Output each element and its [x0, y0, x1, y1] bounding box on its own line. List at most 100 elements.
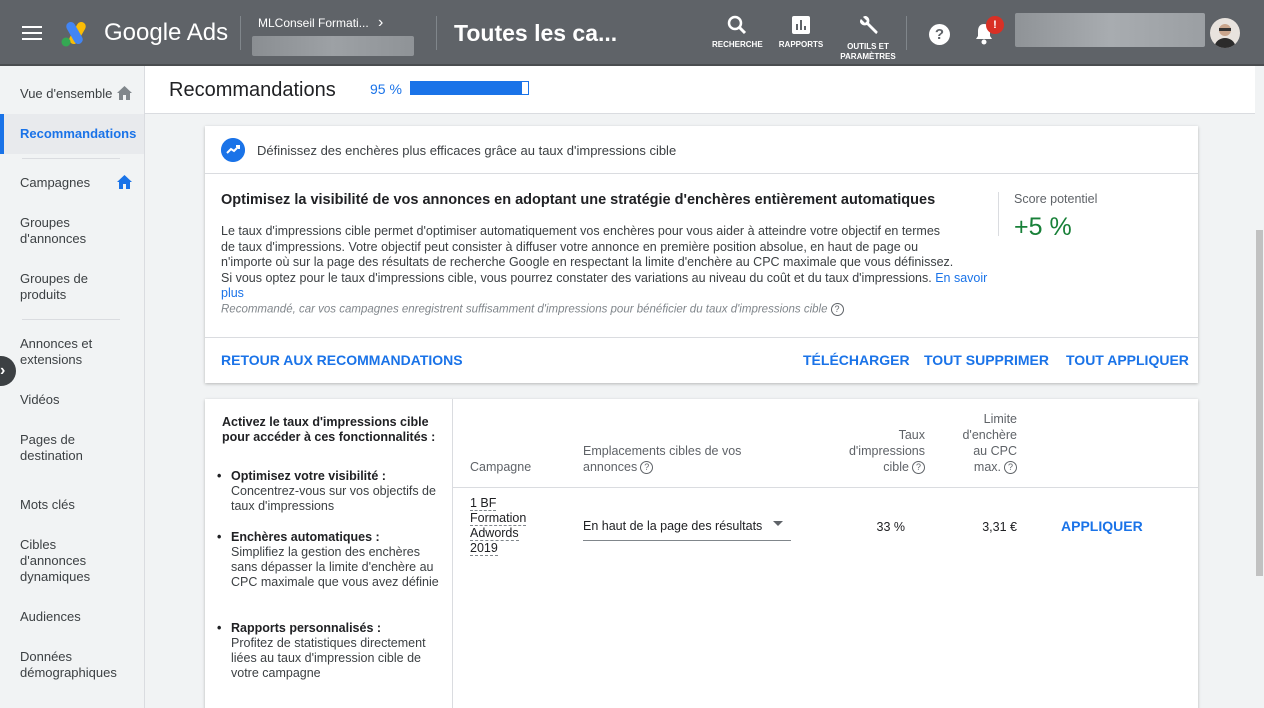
- feature-title: Enchères automatiques :: [231, 530, 380, 544]
- recommendation-reason: Recommandé, car vos campagnes enregistre…: [221, 303, 844, 316]
- header-text: max.: [973, 460, 1001, 474]
- divider: [998, 192, 999, 236]
- header-line: Emplacements cibles de vos: [583, 444, 742, 458]
- sidebar-item-audiences[interactable]: Audiences: [0, 609, 144, 625]
- page-heading: Recommandations: [169, 79, 336, 101]
- home-icon: [117, 86, 132, 100]
- divider: [205, 337, 1198, 338]
- search-button[interactable]: RECHERCHE: [712, 14, 763, 50]
- menu-icon[interactable]: [22, 26, 42, 40]
- tools-label-line1: OUTILS ET: [847, 42, 889, 51]
- sidebar-item-label: Groupes de produits: [20, 271, 88, 302]
- header-line: au CPC: [973, 444, 1017, 458]
- header-line: Taux: [898, 428, 925, 442]
- delete-all-button[interactable]: TOUT SUPPRIMER: [924, 352, 1049, 368]
- recommendations-header: Recommandations 95 %: [145, 66, 1264, 114]
- header-line: cible?: [825, 459, 925, 475]
- sidebar-item-dynamic-ad-targets[interactable]: Cibles d'annonces dynamiques: [0, 537, 144, 585]
- sidebar-item-label: Données démographiques: [20, 649, 117, 680]
- sidebar-item-label: Pages de destination: [20, 432, 83, 463]
- feature-item: Optimisez votre visibilité :Concentrez-v…: [217, 469, 441, 514]
- sidebar-item-label: Groupes d'annonces: [20, 215, 87, 246]
- max-cpc-value: 3,31 €: [982, 520, 1017, 534]
- sidebar-item-ad-groups[interactable]: Groupes d'annonces: [0, 215, 144, 247]
- placement-select[interactable]: En haut de la page des résultats: [583, 515, 791, 541]
- column-header-campaign[interactable]: Campagne: [470, 459, 531, 475]
- download-button[interactable]: TÉLÉCHARGER: [803, 352, 910, 368]
- sidebar-item-keywords[interactable]: Mots clés: [0, 497, 144, 513]
- reports-button[interactable]: RAPPORTS: [776, 14, 826, 50]
- help-icon[interactable]: ?: [830, 303, 844, 316]
- divider: [240, 16, 241, 50]
- reports-icon: [792, 16, 810, 34]
- card-header-text: Définissez des enchères plus efficaces g…: [257, 143, 677, 158]
- sidebar-item-landing-pages[interactable]: Pages de destination: [0, 432, 144, 464]
- feature-item: Enchères automatiques :Simplifiez la ges…: [217, 530, 441, 590]
- scrollbar-thumb[interactable]: [1256, 230, 1263, 576]
- apply-button[interactable]: APPLIQUER: [1061, 518, 1143, 534]
- apply-all-button[interactable]: TOUT APPLIQUER: [1066, 352, 1189, 368]
- campaign-name-line: 2019: [470, 541, 498, 556]
- sidebar-item-overview[interactable]: Vue d'ensemble: [0, 86, 144, 102]
- column-header-placement[interactable]: Emplacements cibles de vos annonces?: [583, 443, 741, 475]
- search-icon: [727, 15, 747, 35]
- wrench-icon: [860, 16, 878, 34]
- main-content: Recommandations 95 % Définissez des ench…: [145, 66, 1264, 708]
- feature-text: Concentrez-vous sur vos objectifs de tau…: [231, 484, 436, 513]
- header-line: d'enchère: [962, 428, 1017, 442]
- sidebar-item-label: Audiences: [20, 609, 81, 624]
- sidebar-item-label: Vidéos: [20, 392, 60, 407]
- sidebar-item-recommendations[interactable]: Recommandations: [0, 114, 144, 154]
- top-app-bar: Google Ads MLConseil Formati... › Toutes…: [0, 0, 1264, 66]
- back-to-recommendations-button[interactable]: RETOUR AUX RECOMMANDATIONS: [221, 352, 463, 368]
- header-text: annonces: [583, 460, 638, 474]
- column-header-target-rate[interactable]: Taux d'impressions cible?: [825, 427, 925, 475]
- feature-title: Rapports personnalisés :: [231, 621, 382, 635]
- help-icon[interactable]: ?: [1004, 461, 1017, 475]
- optimization-score-bar: [410, 81, 529, 95]
- optimization-score: 95 %: [370, 81, 402, 97]
- description-line: Le taux d'impressions cible permet d'opt…: [221, 224, 941, 238]
- sidebar-item-campaigns[interactable]: Campagnes: [0, 175, 144, 191]
- help-icon[interactable]: ?: [640, 461, 654, 475]
- divider: [906, 16, 907, 50]
- user-info-redacted: [1015, 13, 1205, 47]
- header-line: annonces?: [583, 459, 741, 475]
- sidebar-item-demographics[interactable]: Données démographiques: [0, 649, 144, 681]
- column-header-max-cpc[interactable]: Limite d'enchère au CPC max.?: [945, 411, 1017, 475]
- potential-score-label: Score potentiel: [1014, 192, 1098, 206]
- avatar[interactable]: [1210, 18, 1240, 48]
- account-name[interactable]: MLConseil Formati...: [258, 16, 369, 30]
- feature-title: Optimisez votre visibilité :: [231, 469, 386, 483]
- sidebar-item-product-groups[interactable]: Groupes de produits: [0, 271, 144, 303]
- divider: [453, 487, 1198, 488]
- header-line: Limite: [983, 412, 1017, 426]
- sidebar: Vue d'ensemble Recommandations Campagnes…: [0, 66, 145, 708]
- google-ads-logo: [61, 22, 86, 47]
- campaign-name-line: Adwords: [470, 526, 519, 541]
- feature-item: Rapports personnalisés :Profitez de stat…: [217, 621, 441, 681]
- description-text: Si vous optez pour le taux d'impressions…: [221, 270, 932, 285]
- description-line: n'importe où sur la page des résultats d…: [221, 255, 954, 269]
- help-icon[interactable]: ?: [929, 24, 950, 45]
- recommendation-card: Définissez des enchères plus efficaces g…: [205, 126, 1198, 383]
- scrollbar[interactable]: [1255, 66, 1264, 708]
- chevron-right-icon[interactable]: ›: [378, 14, 383, 32]
- sidebar-item-videos[interactable]: Vidéos: [0, 392, 144, 408]
- dropdown-arrow-icon: [773, 521, 783, 526]
- trending-up-icon: [221, 138, 245, 162]
- feature-text: Profitez de statistiques directement lié…: [231, 636, 426, 680]
- campaign-name-line: Formation: [470, 511, 527, 526]
- header-line: d'impressions: [848, 444, 925, 458]
- tools-settings-button[interactable]: OUTILS ET PARAMÈTRES: [838, 14, 898, 62]
- home-icon: [117, 175, 132, 189]
- help-icon[interactable]: ?: [912, 461, 925, 475]
- target-rate-value: 33 %: [876, 520, 906, 534]
- sidebar-item-label: Recommandations: [20, 126, 137, 141]
- divider: [436, 16, 437, 50]
- page-title: Toutes les ca...: [454, 20, 618, 46]
- campaign-link[interactable]: 1 BF Formation Adwords 2019: [470, 496, 527, 556]
- header-line: max.?: [945, 459, 1017, 475]
- sidebar-item-ads-extensions[interactable]: Annonces et extensions: [0, 336, 144, 368]
- description-line: Si vous optez pour le taux d'impressions…: [221, 271, 1001, 302]
